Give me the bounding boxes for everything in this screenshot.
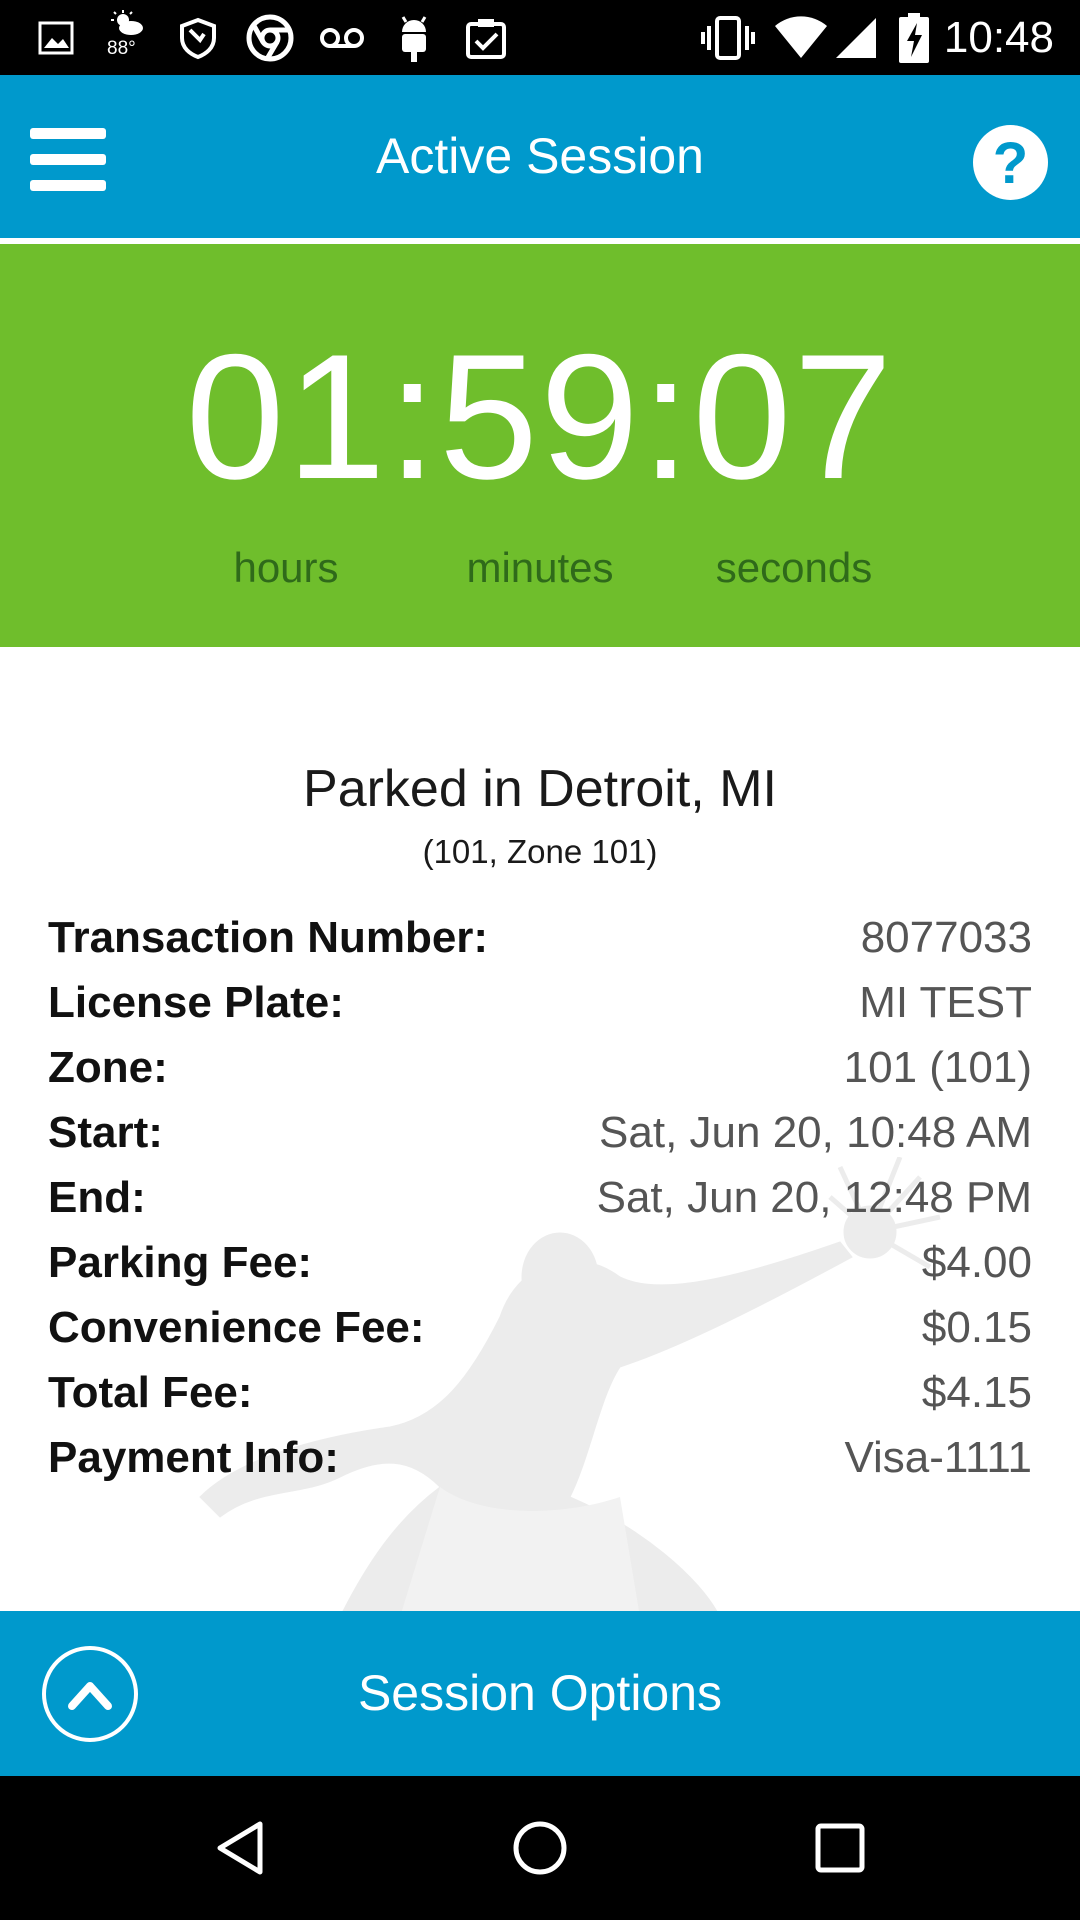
- detail-row-transaction-number: Transaction Number: 8077033: [48, 905, 1032, 970]
- wifi-icon: [772, 10, 830, 65]
- battery-charging-icon: [896, 10, 932, 65]
- session-options-label: Session Options: [357, 1665, 723, 1721]
- vibrate-icon: [698, 10, 758, 65]
- detail-row-convenience-fee: Convenience Fee: $0.15: [48, 1295, 1032, 1360]
- back-icon[interactable]: [190, 1798, 290, 1898]
- clipboard-check-icon: [462, 10, 510, 65]
- gallery-icon: [36, 10, 76, 65]
- cell-signal-icon: [832, 10, 880, 65]
- details-list: Transaction Number: 8077033 License Plat…: [48, 905, 1032, 1490]
- android-icon: [394, 10, 434, 65]
- weather-icon: [108, 8, 148, 38]
- detail-label: Payment Info:: [48, 1432, 339, 1482]
- timer-panel: 01:59:07 hours minutes seconds: [0, 244, 1080, 647]
- detail-value: Visa-1111: [844, 1432, 1032, 1482]
- countdown-timer: 01:59:07: [185, 317, 895, 516]
- detail-value: Sat, Jun 20, 12:48 PM: [596, 1172, 1032, 1222]
- chrome-icon: [244, 10, 296, 65]
- session-options-button[interactable]: Session Options: [0, 1611, 1080, 1776]
- timer-unit-minutes: minutes: [466, 544, 614, 591]
- detail-row-parking-fee: Parking Fee: $4.00: [48, 1230, 1032, 1295]
- recents-icon[interactable]: [790, 1798, 890, 1898]
- detail-value: Sat, Jun 20, 10:48 AM: [599, 1107, 1032, 1157]
- timer-unit-seconds: seconds: [715, 544, 873, 591]
- detail-value: $4.00: [921, 1237, 1032, 1287]
- weather-temperature: 88°: [107, 38, 136, 59]
- voicemail-icon: [316, 10, 368, 65]
- home-icon[interactable]: [490, 1798, 590, 1898]
- location-zone: (101, Zone 101): [422, 833, 658, 870]
- location-title: Parked in Detroit, MI: [303, 760, 777, 818]
- page-title: Active Session: [376, 128, 704, 184]
- status-bar: 88° 10:48: [0, 0, 1080, 75]
- detail-label: Transaction Number:: [48, 912, 489, 962]
- help-button[interactable]: ?: [973, 125, 1048, 200]
- timer-unit-hours: hours: [233, 544, 339, 591]
- detail-label: Total Fee:: [48, 1367, 253, 1417]
- detail-label: End:: [48, 1172, 146, 1222]
- detail-value: $0.15: [921, 1302, 1032, 1352]
- app-bar: Active Session ?: [0, 75, 1080, 238]
- system-nav-bar: [0, 1776, 1080, 1920]
- detail-row-license-plate: License Plate: MI TEST: [48, 970, 1032, 1035]
- detail-label: Start:: [48, 1107, 163, 1157]
- detail-row-start: Start: Sat, Jun 20, 10:48 AM: [48, 1100, 1032, 1165]
- detail-value: MI TEST: [859, 977, 1032, 1027]
- detail-row-payment-info: Payment Info: Visa-1111: [48, 1425, 1032, 1490]
- detail-label: Zone:: [48, 1042, 168, 1092]
- status-time: 10:48: [943, 13, 1054, 62]
- detail-label: License Plate:: [48, 977, 344, 1027]
- detail-label: Parking Fee:: [48, 1237, 313, 1287]
- detail-value: 8077033: [860, 912, 1032, 962]
- detail-label: Convenience Fee:: [48, 1302, 425, 1352]
- detail-value: $4.15: [921, 1367, 1032, 1417]
- detail-value: 101 (101): [843, 1042, 1032, 1092]
- shield-icon: [174, 10, 222, 65]
- session-details: Parked in Detroit, MI (101, Zone 101) Tr…: [0, 647, 1080, 1611]
- detail-row-end: End: Sat, Jun 20, 12:48 PM: [48, 1165, 1032, 1230]
- detail-row-total-fee: Total Fee: $4.15: [48, 1360, 1032, 1425]
- detail-row-zone: Zone: 101 (101): [48, 1035, 1032, 1100]
